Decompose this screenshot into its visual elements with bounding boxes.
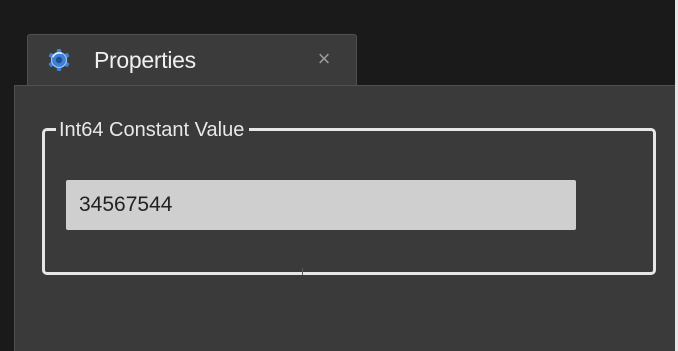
tab-title: Properties bbox=[94, 47, 196, 73]
close-icon[interactable]: × bbox=[312, 46, 336, 72]
groupbox-legend: Int64 Constant Value bbox=[56, 118, 250, 142]
app-window: Properties × Int64 Constant Value bbox=[0, 0, 678, 351]
divider-tick bbox=[302, 268, 303, 275]
properties-gear-icon bbox=[46, 48, 72, 72]
tab-properties[interactable]: Properties × bbox=[27, 34, 357, 86]
int64-value-input[interactable] bbox=[66, 180, 576, 230]
